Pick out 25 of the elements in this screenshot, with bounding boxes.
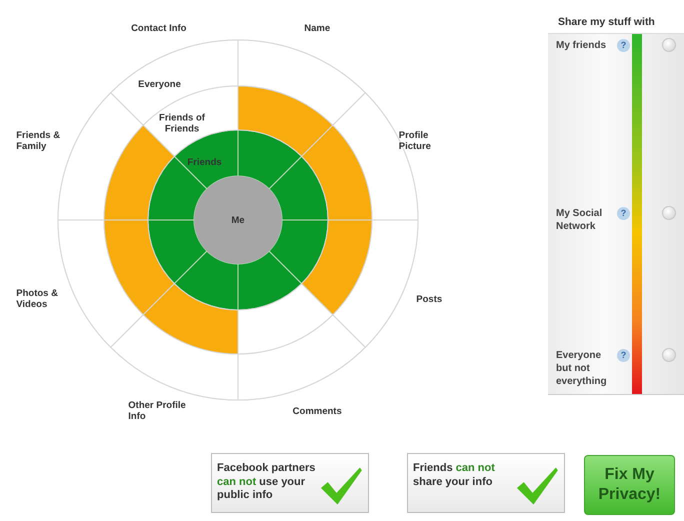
category-label: Posts — [416, 294, 442, 305]
ring-label: Friends — [187, 156, 222, 168]
ring-label: Me — [231, 215, 245, 226]
category-label: Other Profile Info — [128, 400, 187, 422]
category-label: Name — [304, 23, 330, 34]
status-text: Facebook partners can not use your public info — [217, 462, 316, 503]
ring-label: Everyone — [138, 79, 181, 90]
ring-label: Friends of Friends — [159, 112, 205, 134]
category-label: Comments — [292, 406, 342, 417]
category-label: Photos & Videos — [16, 288, 59, 310]
option-label: Everyone but not everything ? — [548, 344, 632, 394]
status-text: Friends can not share your info — [413, 462, 496, 490]
radio-button[interactable] — [662, 348, 676, 362]
panel-title: Share my stuff with — [557, 15, 656, 30]
help-icon[interactable]: ? — [617, 349, 630, 362]
help-icon[interactable]: ? — [617, 39, 630, 52]
fix-privacy-button[interactable]: Fix My Privacy! — [584, 455, 675, 515]
category-label: Friends & Family — [16, 130, 62, 152]
option-label: My Social Network ? — [548, 202, 632, 344]
option-label: My friends ? — [548, 34, 632, 202]
category-label: Contact Info — [131, 23, 186, 34]
radio-button[interactable] — [662, 206, 676, 220]
category-label: Profile Picture — [398, 130, 432, 152]
radio-button[interactable] — [662, 38, 676, 52]
help-icon[interactable]: ? — [617, 207, 630, 220]
